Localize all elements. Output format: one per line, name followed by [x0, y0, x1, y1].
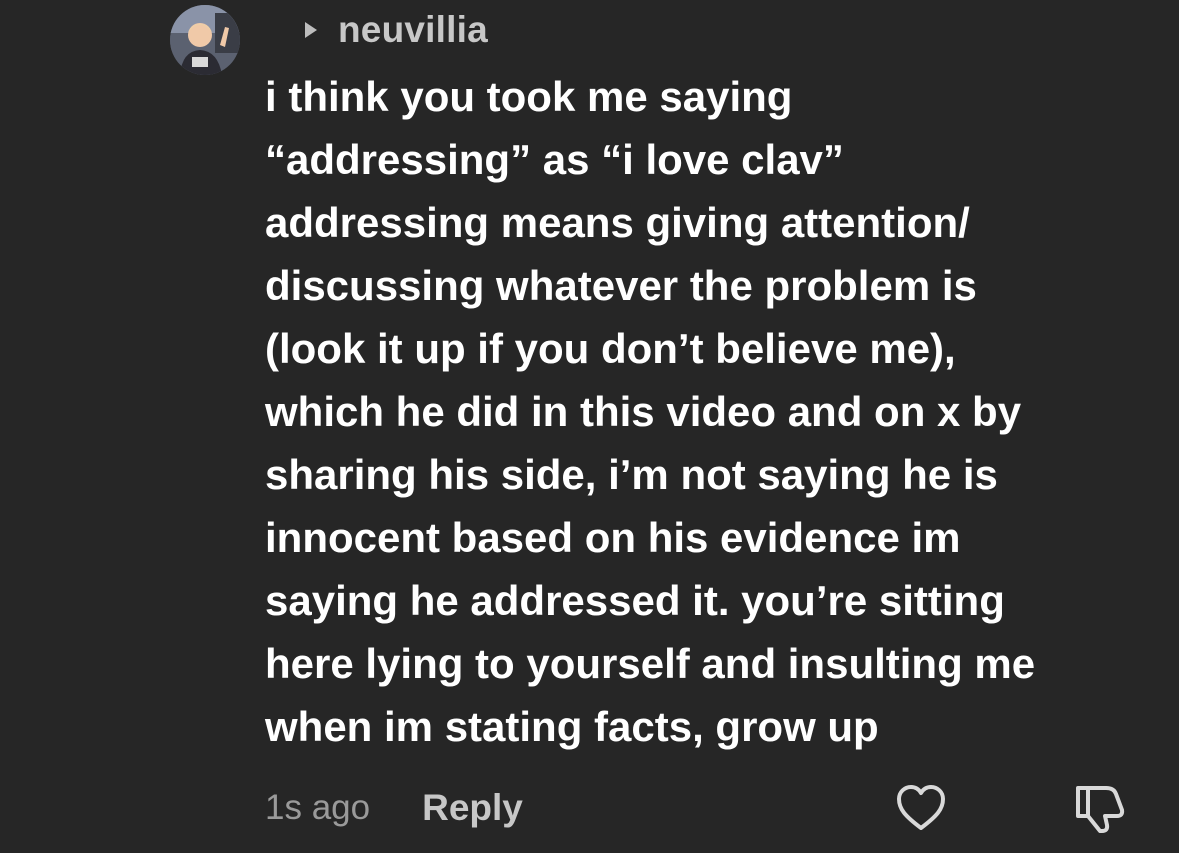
- comment-footer: 1s ago Reply: [265, 780, 523, 836]
- comment-text-line: saying he addressed it. you’re sitting: [265, 577, 1005, 624]
- comment-body: i think you took me saying “addressing” …: [265, 65, 1165, 758]
- thumbs-down-icon[interactable]: [1072, 780, 1128, 836]
- comment-text-line: innocent based on his evidence im: [265, 514, 961, 561]
- reply-to-header: neuvillia: [305, 6, 488, 54]
- caret-right-icon: [305, 22, 317, 38]
- comment-timestamp: 1s ago: [265, 788, 371, 827]
- comment-text-line: “addressing” as “i love clav”: [265, 136, 844, 183]
- reply-button[interactable]: Reply: [422, 787, 523, 829]
- reply-to-username[interactable]: neuvillia: [338, 9, 488, 51]
- comment-text-line: i think you took me saying: [265, 73, 793, 120]
- user-avatar[interactable]: [170, 5, 240, 75]
- comment-text-line: here lying to yourself and insulting me: [265, 640, 1036, 687]
- avatar-photo: [170, 5, 240, 75]
- comment-text-line: addressing means giving attention/: [265, 199, 970, 246]
- comment-text-line: (look it up if you don’t believe me),: [265, 325, 956, 372]
- comment-text-line: discussing whatever the problem is: [265, 262, 977, 309]
- heart-icon[interactable]: [895, 783, 947, 833]
- comment-text-line: which he did in this video and on x by: [265, 388, 1022, 435]
- comment-text-line: sharing his side, i’m not saying he is: [265, 451, 998, 498]
- comment-text-line: when im stating facts, grow up: [265, 703, 879, 750]
